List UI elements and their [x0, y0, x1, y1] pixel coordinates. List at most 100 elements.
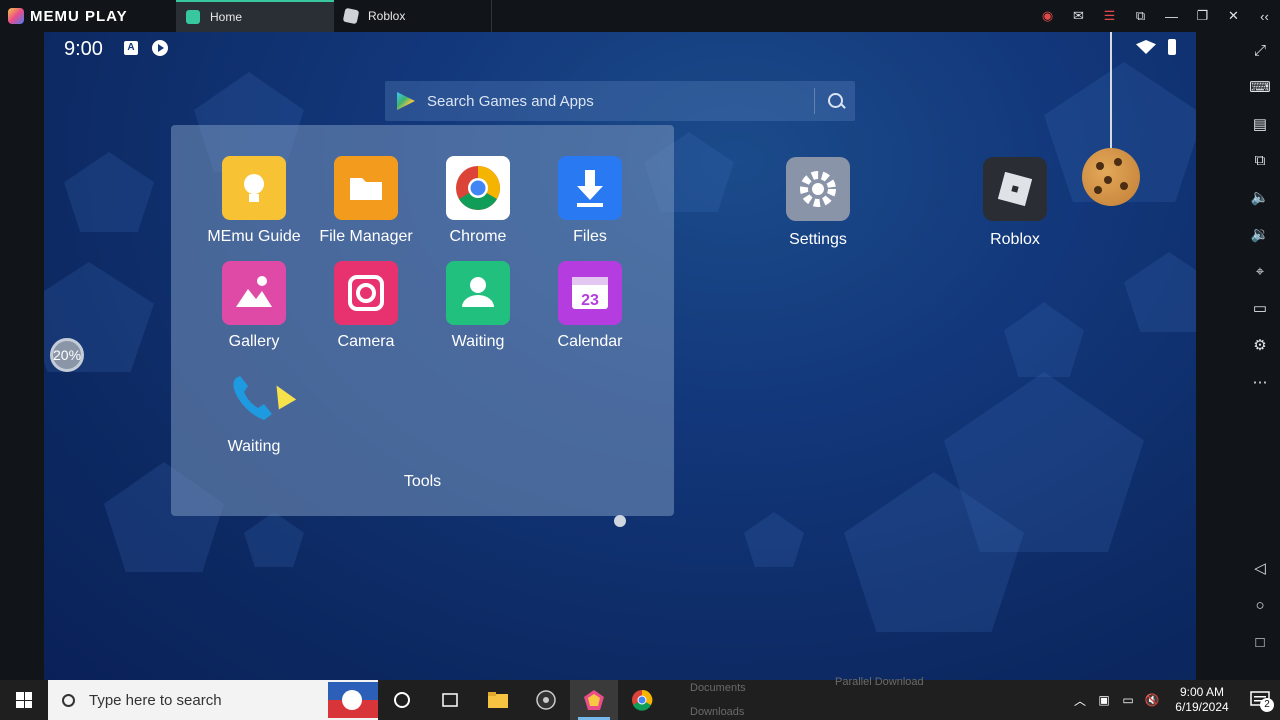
app-label: Files: [573, 228, 607, 245]
fullscreen-icon[interactable]: ⤢: [1250, 40, 1270, 60]
volume-muted-icon[interactable]: 🔇: [1140, 693, 1164, 707]
account-icon[interactable]: ◉: [1032, 0, 1063, 32]
ghost-text: Parallel Download: [835, 676, 924, 688]
app-settings[interactable]: Settings: [762, 157, 874, 249]
camera-icon: [334, 261, 398, 325]
bg-shape: [1004, 302, 1084, 377]
menu-icon[interactable]: ☰: [1094, 0, 1125, 32]
restore-button[interactable]: ❐: [1187, 0, 1218, 32]
notification-center-button[interactable]: 2: [1240, 680, 1280, 720]
app-chrome[interactable]: Chrome: [422, 156, 534, 246]
app-search-bar[interactable]: Search Games and Apps: [385, 81, 855, 121]
bg-shape: [244, 512, 304, 567]
minimize-button[interactable]: —: [1156, 0, 1187, 32]
app-contacts-waiting[interactable]: Waiting: [422, 261, 534, 351]
lightbulb-icon: [222, 156, 286, 220]
play-protect-icon: [152, 40, 168, 56]
close-button[interactable]: ✕: [1218, 0, 1249, 32]
tab-roblox[interactable]: Roblox: [334, 0, 492, 32]
app-camera[interactable]: Camera: [310, 261, 422, 351]
progress-indicator[interactable]: 20%: [50, 338, 84, 372]
android-screen[interactable]: 9:00 A Search Games and Apps MEmu Guide: [44, 32, 1196, 680]
file-explorer-icon[interactable]: [474, 680, 522, 720]
memu-taskbar-icon[interactable]: [570, 680, 618, 720]
location-icon[interactable]: ⌖: [1250, 261, 1270, 281]
recents-icon[interactable]: □: [1250, 632, 1270, 652]
app-label: MEmu Guide: [207, 228, 301, 245]
windows-logo-icon: [16, 692, 32, 708]
back-icon[interactable]: ◁: [1250, 558, 1270, 578]
more-icon[interactable]: ⋯: [1250, 372, 1270, 392]
search-highlight-image[interactable]: [328, 682, 378, 718]
page-indicator: [614, 515, 626, 527]
multi-instance-icon[interactable]: ⧉: [1250, 150, 1270, 170]
memu-logo: MEMU PLAY: [0, 0, 176, 32]
home-icon: [186, 10, 200, 24]
folder-icon[interactable]: ▭: [1250, 298, 1270, 318]
system-tray: ︿ ▣ ▭ 🔇 9:00 AM 6/19/2024 2: [1068, 680, 1280, 720]
app-label: Chrome: [449, 228, 507, 245]
tab-roblox-label: Roblox: [368, 9, 406, 23]
taskbar-search[interactable]: Type here to search: [48, 680, 378, 720]
tools-folder: MEmu Guide File Manager Chrome Files Gal…: [171, 125, 674, 516]
app-gallery[interactable]: Gallery: [198, 261, 310, 351]
app-label: File Manager: [319, 228, 413, 245]
app-label: Waiting: [227, 438, 281, 455]
cookie-chip: [1104, 176, 1112, 184]
settings-icon[interactable]: ⚙: [1250, 335, 1270, 355]
battery-icon: [1168, 39, 1176, 55]
chrome-icon: [446, 156, 510, 220]
obs-icon[interactable]: [522, 680, 570, 720]
memu-logo-icon: [8, 8, 24, 24]
app-label: Waiting: [451, 333, 505, 350]
chrome-taskbar-icon[interactable]: [618, 680, 666, 720]
ghost-text: Documents: [690, 682, 746, 694]
keyboard-icon[interactable]: ⌨: [1249, 77, 1271, 97]
notification-count-badge: 2: [1260, 698, 1274, 712]
left-margin: [0, 32, 44, 680]
mail-icon[interactable]: ✉: [1063, 0, 1094, 32]
cookie-chip: [1094, 186, 1102, 194]
cookie-chip: [1096, 162, 1104, 170]
home-circle-icon[interactable]: ○: [1250, 595, 1270, 615]
bg-shape: [1124, 252, 1196, 332]
cookie-chip: [1114, 158, 1122, 166]
tab-home[interactable]: Home: [176, 0, 334, 32]
task-view-icon[interactable]: [426, 680, 474, 720]
taskbar-search-placeholder: Type here to search: [89, 691, 222, 709]
app-file-manager[interactable]: File Manager: [310, 156, 422, 246]
wifi-icon: [1136, 40, 1156, 54]
app-phone-waiting[interactable]: Waiting: [198, 366, 310, 456]
taskbar-clock[interactable]: 9:00 AM 6/19/2024: [1164, 685, 1240, 715]
chevron-up-icon[interactable]: ︿: [1068, 692, 1092, 709]
network-icon[interactable]: ▭: [1116, 693, 1140, 707]
volume-down-icon[interactable]: 🔉: [1250, 224, 1270, 244]
taskbar-date: 6/19/2024: [1175, 700, 1229, 714]
app-calendar[interactable]: 23 Calendar: [534, 261, 646, 351]
start-button[interactable]: [0, 680, 48, 720]
cookie-icon[interactable]: [1082, 148, 1140, 206]
search-icon: [62, 693, 75, 707]
search-icon[interactable]: [815, 81, 855, 121]
brand-label: MEMU PLAY: [30, 7, 128, 25]
title-bar: MEMU PLAY Home Roblox ◉ ✉ ☰ ⧉ — ❐ ✕ ‹‹: [0, 0, 1280, 32]
gear-icon: [786, 157, 850, 221]
app-search-placeholder[interactable]: Search Games and Apps: [427, 93, 814, 110]
collapse-sidebar-button[interactable]: ‹‹: [1249, 0, 1280, 32]
download-icon: [558, 156, 622, 220]
app-label: Roblox: [990, 231, 1040, 248]
screen-icon[interactable]: ⧉: [1125, 0, 1156, 32]
folder-name[interactable]: Tools: [171, 473, 674, 491]
app-roblox[interactable]: Roblox: [959, 157, 1071, 249]
play-store-icon: [397, 92, 415, 110]
apk-icon[interactable]: ▤: [1250, 114, 1270, 134]
volume-up-icon[interactable]: 🔈: [1250, 187, 1270, 207]
cortana-icon[interactable]: [378, 680, 426, 720]
bg-shape: [64, 152, 154, 232]
app-memu-guide[interactable]: MEmu Guide: [198, 156, 310, 246]
meet-icon[interactable]: ▣: [1092, 693, 1116, 707]
right-toolbar: ⤢ ⌨ ▤ ⧉ 🔈 🔉 ⌖ ▭ ⚙ ⋯ ◁ ○ □: [1240, 32, 1280, 680]
app-files[interactable]: Files: [534, 156, 646, 246]
right-margin: [1196, 32, 1240, 680]
ghost-text: Downloads: [690, 706, 745, 718]
